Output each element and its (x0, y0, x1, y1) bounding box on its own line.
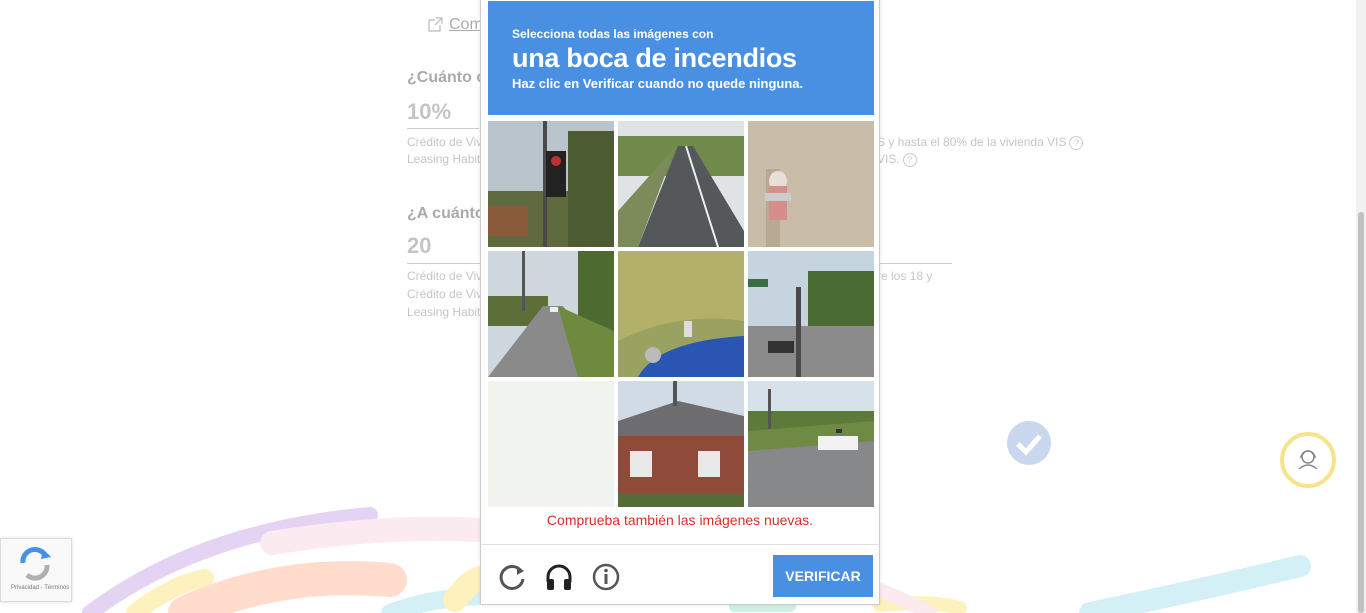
captcha-tile-2[interactable] (618, 121, 744, 247)
captcha-instruction-verify: Haz clic en Verificar cuando no quede ni… (512, 76, 804, 91)
recaptcha-logo-icon (20, 547, 51, 581)
info-icon[interactable] (591, 562, 621, 592)
support-chat-button[interactable] (1280, 432, 1336, 488)
captcha-tile-5[interactable] (618, 251, 744, 377)
support-agent-icon (1298, 450, 1318, 470)
captcha-instruction: Selecciona todas las imágenes con (512, 27, 714, 41)
verify-button[interactable]: VERIFICAR (773, 555, 873, 597)
scrollbar-thumb[interactable] (1358, 212, 1364, 613)
captcha-tile-4[interactable] (488, 251, 614, 377)
captcha-tile-3[interactable] (748, 121, 874, 247)
headphones-icon[interactable] (544, 562, 574, 592)
captcha-challenge: Selecciona todas las imágenes con una bo… (480, 0, 1051, 605)
captcha-tile-8[interactable] (618, 381, 744, 507)
captcha-tile-9[interactable] (748, 381, 874, 507)
captcha-divider (481, 544, 879, 545)
checkmark-icon (1007, 421, 1051, 465)
recaptcha-terms[interactable]: Privacidad - Términos (11, 585, 69, 591)
captcha-header: Selecciona todas las imágenes con una bo… (488, 1, 874, 115)
captcha-error-message: Comprueba también las imágenes nuevas. (546, 512, 814, 528)
captcha-target: una boca de incendios (512, 43, 797, 73)
recaptcha-badge[interactable]: Privacidad - Términos (0, 538, 72, 602)
captcha-tile-6[interactable] (748, 251, 874, 377)
captcha-tile-7[interactable] (488, 381, 614, 507)
reload-icon[interactable] (497, 562, 527, 592)
captcha-tile-1[interactable] (488, 121, 614, 247)
